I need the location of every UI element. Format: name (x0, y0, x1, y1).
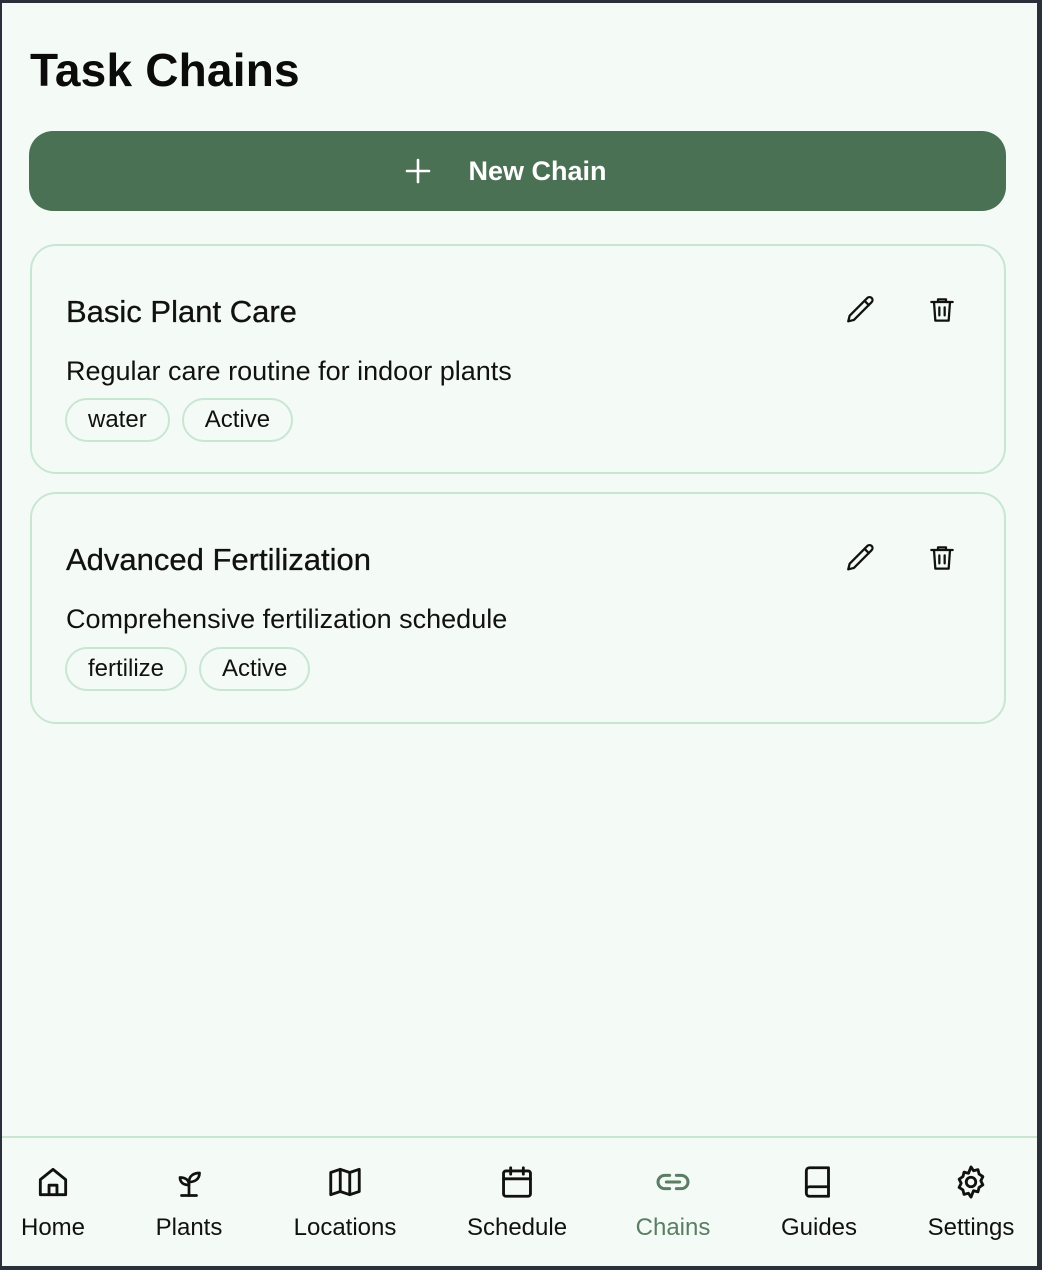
nav-item-home[interactable]: Home (17, 1138, 89, 1266)
chain-title: Advanced Fertilization (66, 542, 371, 577)
trash-icon (926, 294, 958, 331)
tag-task-type: fertilize (65, 647, 188, 691)
delete-button[interactable] (920, 290, 964, 334)
plus-icon (404, 157, 432, 185)
nav-label: Schedule (466, 1214, 568, 1241)
nav-item-guides[interactable]: Guides (780, 1138, 858, 1266)
delete-button[interactable] (920, 538, 964, 582)
chain-description: Regular care routine for indoor plants (66, 356, 512, 386)
app-window: Task Chains New Chain Basic Plant Care R… (2, 3, 1037, 1266)
nav-item-settings[interactable]: Settings (927, 1138, 1015, 1266)
chain-title: Basic Plant Care (66, 294, 297, 329)
new-chain-button[interactable]: New Chain (29, 131, 1006, 211)
book-icon (799, 1162, 839, 1202)
pencil-icon (844, 541, 878, 580)
edit-button[interactable] (839, 538, 883, 582)
new-chain-label: New Chain (468, 155, 607, 186)
nav-label: Settings (927, 1214, 1015, 1241)
nav-label: Chains (635, 1214, 711, 1241)
trash-icon (926, 542, 958, 579)
link-icon (653, 1162, 693, 1202)
nav-item-plants[interactable]: Plants (155, 1138, 223, 1266)
tag-status: Active (199, 647, 311, 691)
chain-card[interactable]: Advanced Fertilization Comprehensive fer… (30, 492, 1006, 724)
calendar-icon (497, 1162, 537, 1202)
sprout-icon (169, 1162, 209, 1202)
chain-tags: fertilize Active (65, 647, 311, 691)
nav-label: Home (20, 1214, 86, 1241)
nav-item-schedule[interactable]: Schedule (466, 1138, 568, 1266)
tag-task-type: water (65, 398, 170, 442)
chain-description: Comprehensive fertilization schedule (66, 604, 508, 634)
pencil-icon (844, 293, 878, 332)
chain-card[interactable]: Basic Plant Care Regular care routine fo… (30, 244, 1006, 474)
tag-status: Active (181, 398, 294, 442)
nav-item-locations[interactable]: Locations (293, 1138, 397, 1266)
edit-button[interactable] (839, 290, 883, 334)
nav-label: Plants (155, 1214, 223, 1241)
map-icon (325, 1162, 365, 1202)
bottom-nav: Home Plants Locations Schedule Chains Gu… (2, 1136, 1037, 1266)
nav-label: Locations (293, 1214, 397, 1241)
chain-tags: water Active (65, 398, 294, 442)
nav-item-chains[interactable]: Chains (635, 1138, 711, 1266)
home-icon (33, 1162, 73, 1202)
nav-label: Guides (780, 1214, 858, 1241)
gear-icon (951, 1162, 991, 1202)
page-title: Task Chains (30, 44, 300, 96)
